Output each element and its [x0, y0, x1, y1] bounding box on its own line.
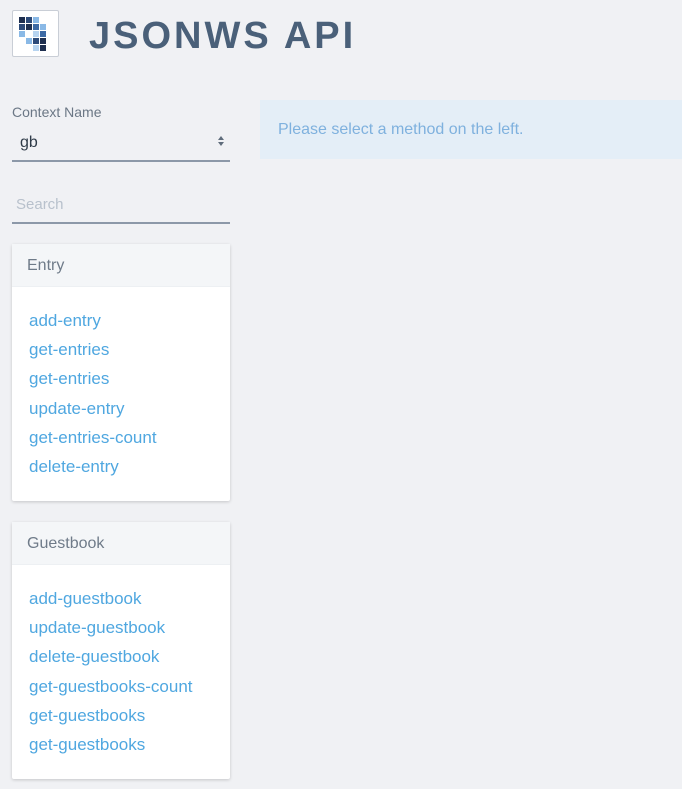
method-link-get-entries[interactable]: get-entries: [29, 335, 230, 364]
guestbook-methods-list: add-guestbook update-guestbook delete-gu…: [12, 565, 230, 759]
context-name-select[interactable]: gb: [12, 126, 230, 162]
method-link-get-guestbooks-count[interactable]: get-guestbooks-count: [29, 672, 230, 701]
section-header-entry[interactable]: Entry: [12, 244, 230, 287]
method-link-delete-guestbook[interactable]: delete-guestbook: [29, 642, 230, 671]
entry-methods-list: add-entry get-entries get-entries update…: [12, 287, 230, 481]
entry-section: Entry add-entry get-entries get-entries …: [12, 244, 230, 501]
app-title: JSONWS API: [89, 15, 357, 57]
select-method-message: Please select a method on the left.: [260, 100, 682, 159]
method-link-get-guestbooks-2[interactable]: get-guestbooks: [29, 730, 230, 759]
context-selected-value: gb: [20, 134, 38, 151]
method-link-get-entries-2[interactable]: get-entries: [29, 364, 230, 393]
method-link-get-entries-count[interactable]: get-entries-count: [29, 423, 230, 452]
section-header-guestbook[interactable]: Guestbook: [12, 522, 230, 565]
method-link-add-entry[interactable]: add-entry: [29, 306, 230, 335]
liferay-logo-icon: [19, 17, 46, 51]
method-link-update-guestbook[interactable]: update-guestbook: [29, 613, 230, 642]
method-link-update-entry[interactable]: update-entry: [29, 394, 230, 423]
app-logo[interactable]: [12, 10, 59, 57]
guestbook-section: Guestbook add-guestbook update-guestbook…: [12, 522, 230, 779]
context-name-label: Context Name: [12, 104, 102, 120]
method-link-add-guestbook[interactable]: add-guestbook: [29, 584, 230, 613]
select-arrows-icon: [218, 136, 224, 146]
search-input[interactable]: [12, 186, 230, 224]
method-link-get-guestbooks[interactable]: get-guestbooks: [29, 701, 230, 730]
method-link-delete-entry[interactable]: delete-entry: [29, 452, 230, 481]
